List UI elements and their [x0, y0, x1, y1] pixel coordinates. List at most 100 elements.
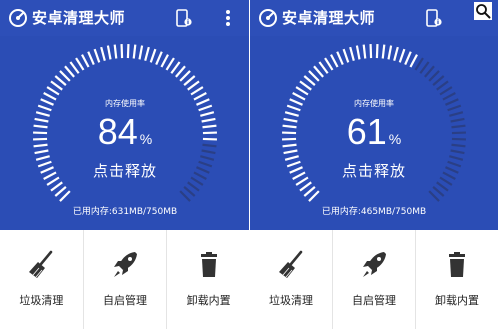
gauge-tick	[87, 51, 95, 65]
gauge-tick	[308, 190, 320, 202]
gauge-tick	[295, 86, 309, 96]
tool-label: 自启管理	[352, 294, 396, 307]
gauge-tick	[282, 124, 297, 129]
gauge-tick	[43, 171, 57, 180]
phone-info-icon[interactable]	[176, 9, 192, 27]
memory-gauge: 内存使用率 61% 点击释放 已用内存:465MB/750MB	[250, 36, 498, 230]
gauge-tick	[33, 124, 48, 129]
app-bar: 安卓清理大师	[250, 0, 498, 36]
gauge-tick	[179, 190, 191, 202]
gauge-tick	[451, 143, 466, 148]
release-memory-button[interactable]: 点击释放	[65, 160, 185, 181]
gauge-tick	[201, 149, 216, 155]
rocket-icon	[363, 252, 386, 277]
gauge-tick	[362, 44, 367, 59]
gauge-tick	[155, 51, 163, 65]
gauge-tick	[450, 117, 465, 123]
speedometer-icon	[9, 9, 27, 27]
gauge-tick	[59, 190, 71, 202]
gauge-tick	[75, 57, 85, 71]
junk-clean-button[interactable]: 垃圾清理	[250, 230, 333, 329]
gauge-tick	[165, 57, 175, 71]
gauge-tick	[414, 57, 424, 71]
gauge-tick	[342, 48, 350, 63]
gauge-tick	[69, 61, 80, 74]
search-icon[interactable]	[474, 2, 492, 20]
memory-usage-value: 61%	[314, 112, 434, 159]
gauge-tick	[283, 117, 298, 123]
gauge-tick	[318, 61, 329, 74]
gauge-tick	[33, 137, 48, 141]
gauge-tick	[449, 155, 464, 161]
tool-label: 自启管理	[103, 294, 147, 307]
more-vertical-icon[interactable]	[225, 9, 231, 27]
gauge-tick	[369, 44, 373, 59]
gauge-tick	[106, 45, 112, 60]
gauge-tick	[202, 124, 217, 129]
uninstall-builtin-button[interactable]: 卸载内置	[416, 230, 498, 329]
gauge-tick	[381, 44, 386, 59]
phone-info-icon[interactable]	[426, 9, 442, 27]
gauge-tick	[190, 86, 204, 96]
gauge-tick	[40, 166, 54, 174]
gauge-tick	[283, 149, 298, 155]
gauge-tick	[132, 44, 137, 59]
gauge-tick	[336, 51, 344, 65]
gauge-tick	[138, 45, 144, 60]
gauge-tick	[37, 160, 52, 168]
gauge-tick	[46, 176, 60, 186]
gauge-tick	[282, 143, 297, 148]
gauge-tick	[37, 104, 52, 112]
gauge-tick	[282, 131, 297, 135]
autostart-manager-button[interactable]: 自启管理	[84, 230, 168, 329]
gauge-tick	[447, 104, 462, 112]
autostart-manager-button[interactable]: 自启管理	[333, 230, 416, 329]
gauge-tick	[303, 75, 316, 86]
memory-gauge: 内存使用率 84% 点击释放 已用内存:631MB/750MB	[0, 36, 250, 230]
gauge-tick	[282, 137, 297, 141]
gauge-tick	[442, 92, 456, 101]
gauge-tick	[393, 46, 399, 61]
gauge-tick	[179, 70, 191, 82]
gauge-tick	[202, 131, 217, 135]
gauge-tick	[428, 190, 440, 202]
gauge-tick	[144, 46, 150, 61]
gauge-tick	[424, 65, 435, 78]
gauge-tick	[355, 45, 361, 60]
gauge-tick	[160, 54, 169, 68]
screen-left: 安卓清理大师 内存使用率 84% 点击释放 已用内存:631MB/750MB 垃…	[0, 0, 250, 329]
gauge-tick	[404, 51, 412, 65]
gauge-tick	[113, 44, 118, 59]
gauge-tick	[50, 181, 63, 192]
gauge-tick	[201, 117, 216, 123]
gauge-tick	[286, 104, 301, 112]
percent-sign: %	[139, 131, 153, 147]
gauge-tick	[200, 111, 215, 117]
gauge-tick	[170, 61, 181, 74]
gauge-tick	[432, 186, 445, 197]
gauge-tick	[40, 98, 54, 106]
gauge-tick	[387, 45, 393, 60]
gauge-tick	[193, 92, 207, 101]
gauge-tick	[349, 46, 355, 61]
gauge-tick	[419, 61, 430, 74]
tool-bar: 垃圾清理 自启管理 卸载内置	[0, 230, 250, 329]
gauge-tick	[442, 171, 456, 180]
gauge-tick	[64, 65, 75, 78]
gauge-tick	[198, 104, 213, 112]
release-memory-button[interactable]: 点击释放	[314, 160, 434, 181]
gauge-tick	[149, 48, 157, 63]
gauge-tick	[451, 124, 466, 129]
gauge-tick	[193, 171, 207, 180]
gauge-tick	[33, 143, 48, 148]
gauge-tick	[451, 131, 466, 135]
gauge-tick	[450, 149, 465, 155]
tool-label: 卸载内置	[435, 294, 479, 307]
trash-icon	[449, 252, 465, 277]
gauge-tick	[409, 54, 418, 68]
gauge-tick	[289, 98, 303, 106]
uninstall-builtin-button[interactable]: 卸载内置	[167, 230, 250, 329]
gauge-tick	[59, 70, 71, 82]
gauge-tick	[292, 92, 306, 101]
junk-clean-button[interactable]: 垃圾清理	[0, 230, 84, 329]
